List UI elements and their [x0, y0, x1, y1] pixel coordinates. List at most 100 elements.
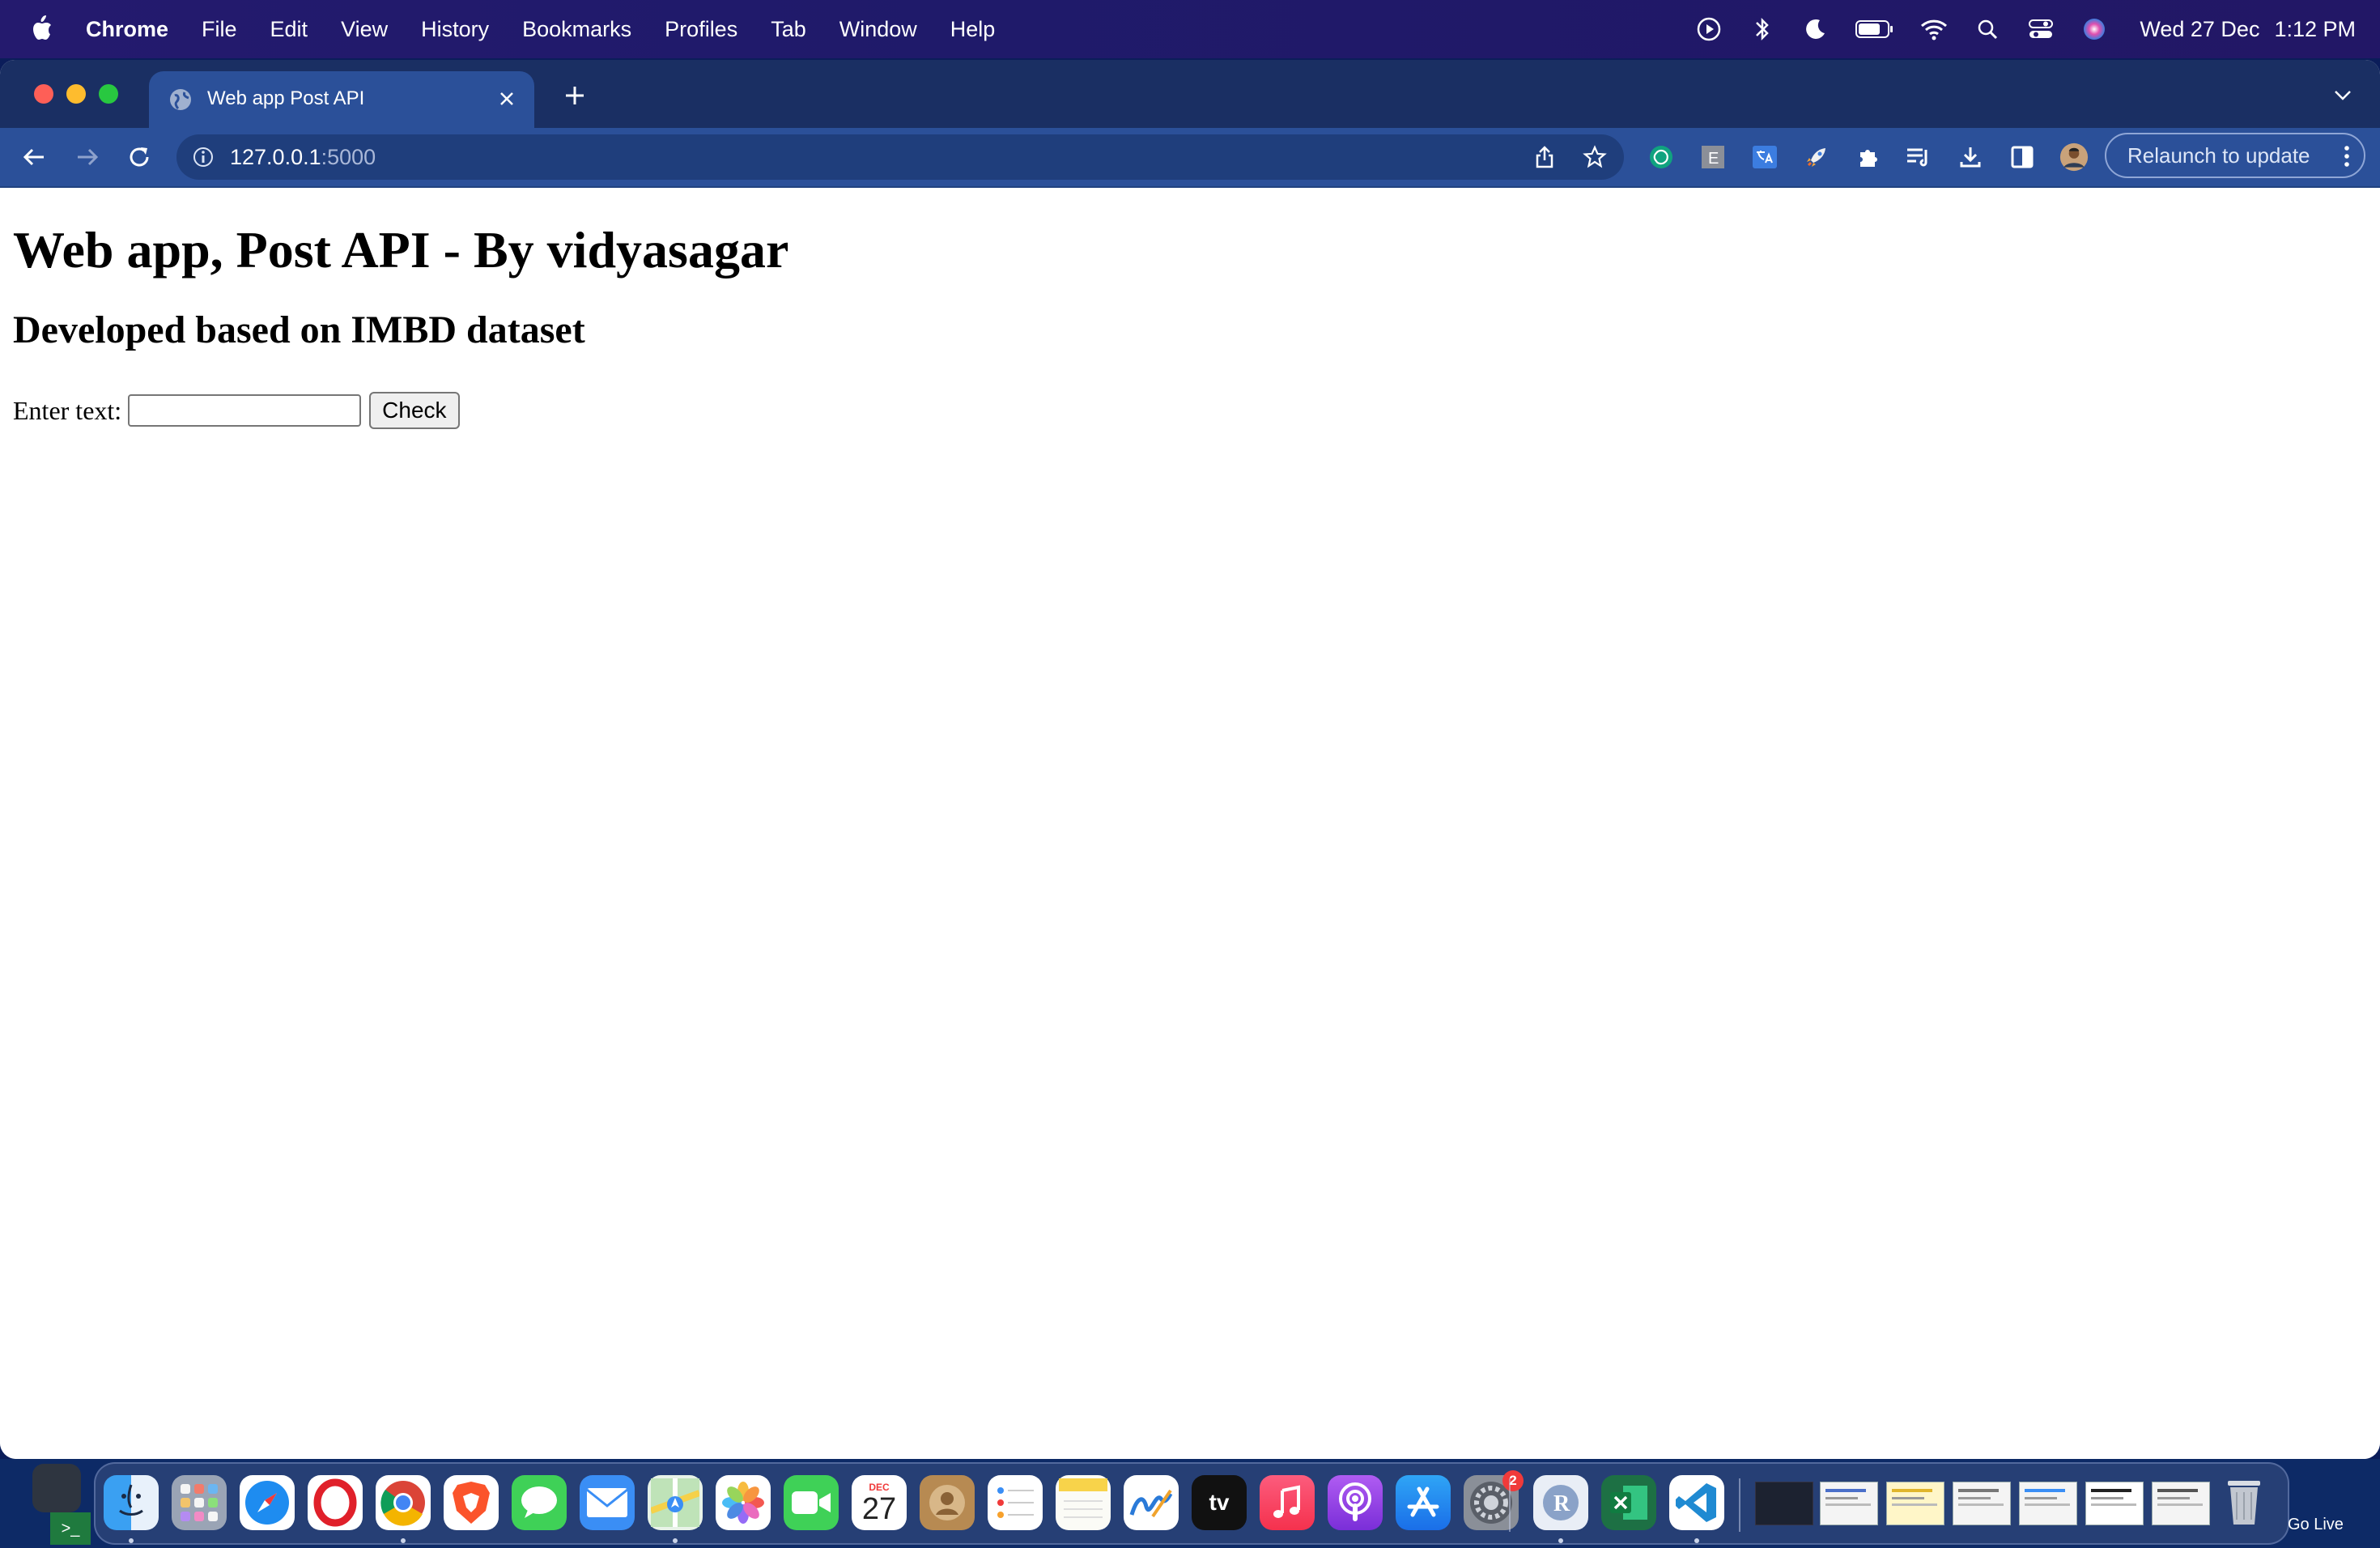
contacts-icon[interactable]	[920, 1475, 975, 1530]
svg-text:R: R	[1553, 1491, 1570, 1516]
menu-bar: Chrome File Edit View History Bookmarks …	[0, 0, 2380, 58]
moon-icon[interactable]	[1801, 15, 1830, 44]
reminders-icon[interactable]	[988, 1475, 1043, 1530]
menu-history[interactable]: History	[421, 17, 489, 42]
tab-search-chevron-down-icon[interactable]	[2328, 81, 2357, 110]
dock-separator-2	[1739, 1478, 1740, 1532]
safari-icon[interactable]	[240, 1475, 295, 1530]
back-arrow-icon[interactable]	[18, 141, 50, 173]
menu-bookmarks[interactable]: Bookmarks	[522, 17, 631, 42]
download-icon[interactable]	[1956, 142, 1985, 172]
calendar-month: DEC	[869, 1482, 890, 1493]
facetime-icon[interactable]	[784, 1475, 839, 1530]
e-extension-icon[interactable]: E	[1698, 142, 1728, 172]
text-check-form: Enter text: Check	[13, 392, 460, 429]
notes-icon[interactable]	[1056, 1475, 1111, 1530]
minimized-window-6[interactable]	[2085, 1482, 2144, 1525]
launchpad-icon[interactable]	[172, 1475, 227, 1530]
site-info-icon[interactable]	[191, 145, 215, 169]
music-icon[interactable]	[1260, 1475, 1315, 1530]
left-edge-app-icon[interactable]	[32, 1464, 81, 1512]
photos-icon[interactable]	[716, 1475, 771, 1530]
translate-extension-icon[interactable]	[1750, 142, 1779, 172]
bluetooth-icon[interactable]	[1748, 15, 1777, 44]
menu-edit[interactable]: Edit	[270, 17, 308, 42]
calendar-icon[interactable]: DEC 27	[852, 1475, 907, 1530]
page-subtitle: Developed based on IMBD dataset	[13, 308, 585, 351]
tab-close-icon[interactable]	[492, 84, 521, 113]
maps-icon[interactable]	[648, 1475, 703, 1530]
reading-list-icon[interactable]	[1904, 142, 1933, 172]
apple-menu-icon[interactable]	[29, 13, 58, 45]
profile-avatar-icon[interactable]	[2059, 142, 2089, 172]
url-text[interactable]: 127.0.0.1:5000	[230, 145, 376, 170]
chatgpt-icon[interactable]	[1647, 142, 1676, 172]
apple-tv-label: tv	[1209, 1490, 1230, 1515]
forward-arrow-icon[interactable]	[71, 141, 104, 173]
minimized-window-7[interactable]	[2152, 1482, 2210, 1525]
tab-strip: Web app Post API	[0, 60, 2380, 128]
page-content: Web app, Post API - By vidyasagar Develo…	[0, 188, 2380, 1459]
menu-view[interactable]: View	[341, 17, 388, 42]
puzzle-extensions-icon[interactable]	[1854, 142, 1883, 172]
menu-file[interactable]: File	[202, 17, 237, 42]
url-port: :5000	[321, 145, 376, 169]
window-close-button[interactable]	[34, 84, 53, 104]
media-play-icon[interactable]	[1694, 15, 1723, 44]
text-input-label: Enter text:	[13, 395, 122, 425]
messages-icon[interactable]	[512, 1475, 567, 1530]
relaunch-label: Relaunch to update	[2127, 142, 2310, 168]
r-app-icon[interactable]: R	[1533, 1475, 1588, 1530]
bookmark-star-icon[interactable]	[1582, 144, 1608, 170]
opera-icon[interactable]	[308, 1475, 363, 1530]
globe-favicon-icon	[168, 87, 193, 112]
control-center-icon[interactable]	[2026, 15, 2055, 44]
minimized-window-3[interactable]	[1886, 1482, 1944, 1525]
freeform-icon[interactable]	[1124, 1475, 1179, 1530]
window-minimize-button[interactable]	[66, 84, 86, 104]
text-input[interactable]	[128, 394, 362, 427]
minimized-window-4[interactable]	[1953, 1482, 2011, 1525]
go-live-status[interactable]: Go Live	[2288, 1516, 2344, 1534]
brave-icon[interactable]	[444, 1475, 499, 1530]
left-edge-terminal-icon[interactable]: >_	[50, 1512, 91, 1545]
minimized-window-5[interactable]	[2019, 1482, 2077, 1525]
battery-icon[interactable]	[1855, 15, 1895, 44]
minimized-window-2[interactable]	[1820, 1482, 1878, 1525]
address-bar[interactable]: 127.0.0.1:5000	[176, 134, 1624, 180]
side-panel-icon[interactable]	[2008, 142, 2037, 172]
active-tab[interactable]: Web app Post API	[149, 71, 534, 128]
menubar-date: Wed 27 Dec	[2140, 16, 2260, 41]
finder-icon[interactable]	[104, 1475, 159, 1530]
menu-window[interactable]: Window	[839, 17, 917, 42]
check-button[interactable]: Check	[369, 392, 460, 429]
share-icon[interactable]	[1532, 144, 1558, 170]
menubar-clock[interactable]: Wed 27 Dec 1:12 PM	[2140, 17, 2356, 42]
apple-tv-icon[interactable]: tv	[1192, 1475, 1247, 1530]
wifi-icon[interactable]	[1919, 15, 1949, 44]
excel-icon[interactable]	[1601, 1475, 1656, 1530]
reload-icon[interactable]	[123, 141, 155, 173]
window-zoom-button[interactable]	[99, 84, 118, 104]
mail-icon[interactable]	[580, 1475, 635, 1530]
app-store-icon[interactable]	[1396, 1475, 1451, 1530]
rocket-extension-icon[interactable]	[1802, 142, 1831, 172]
menu-profiles[interactable]: Profiles	[665, 17, 737, 42]
podcasts-icon[interactable]	[1328, 1475, 1383, 1530]
menu-tab[interactable]: Tab	[771, 17, 806, 42]
trash-icon[interactable]	[2216, 1475, 2272, 1530]
menu-help[interactable]: Help	[950, 17, 996, 42]
vscode-icon[interactable]	[1669, 1475, 1724, 1530]
dock-separator	[1509, 1478, 1511, 1532]
new-tab-plus-icon[interactable]	[559, 79, 591, 112]
minimized-window-1[interactable]	[1755, 1482, 1813, 1525]
page-title: Web app, Post API - By vidyasagar	[13, 221, 789, 279]
spotlight-search-icon[interactable]	[1973, 15, 2002, 44]
menu-app-name[interactable]: Chrome	[86, 17, 168, 42]
url-host: 127.0.0.1	[230, 145, 321, 169]
relaunch-to-update-button[interactable]: Relaunch to update	[2105, 133, 2365, 178]
chrome-icon[interactable]	[376, 1475, 431, 1530]
maps-running-dot	[673, 1538, 678, 1543]
siri-icon[interactable]	[2080, 15, 2109, 44]
more-menu-icon[interactable]	[2343, 144, 2351, 168]
